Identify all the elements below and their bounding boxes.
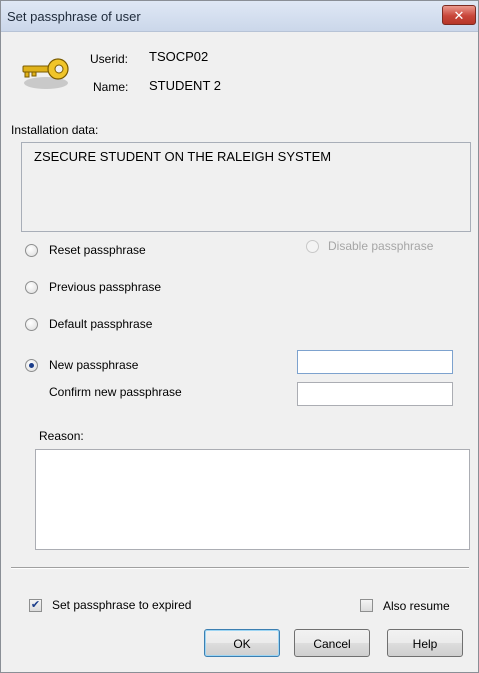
- set-expired-checkbox[interactable]: ✔: [29, 599, 42, 612]
- key-icon: [22, 58, 69, 89]
- title-bar[interactable]: Set passphrase of user ✕: [1, 1, 478, 32]
- default-passphrase-radio[interactable]: [25, 318, 38, 331]
- cancel-button[interactable]: Cancel: [294, 629, 370, 657]
- set-expired-label[interactable]: Set passphrase to expired: [52, 598, 191, 612]
- userid-label: Userid:: [90, 52, 129, 66]
- installation-data-label: Installation data:: [11, 123, 99, 137]
- installation-data-box[interactable]: ZSECURE STUDENT ON THE RALEIGH SYSTEM: [21, 142, 471, 232]
- close-icon: ✕: [453, 8, 465, 23]
- dialog-window: Set passphrase of user ✕ Userid: TSOCP02…: [0, 0, 479, 673]
- previous-passphrase-label[interactable]: Previous passphrase: [49, 280, 161, 294]
- disable-passphrase-radio: [306, 240, 319, 253]
- dialog-body: Userid: TSOCP02 Name: STUDENT 2 Installa…: [1, 32, 478, 672]
- reset-passphrase-label[interactable]: Reset passphrase: [49, 243, 146, 257]
- previous-passphrase-radio[interactable]: [25, 281, 38, 294]
- disable-passphrase-label: Disable passphrase: [328, 239, 434, 253]
- also-resume-checkbox[interactable]: [360, 599, 373, 612]
- confirm-passphrase-label: Confirm new passphrase: [49, 385, 182, 399]
- reset-passphrase-radio[interactable]: [25, 244, 38, 257]
- confirm-passphrase-input[interactable]: [297, 382, 453, 406]
- installation-data-value: ZSECURE STUDENT ON THE RALEIGH SYSTEM: [34, 149, 332, 164]
- reason-label: Reason:: [39, 429, 84, 443]
- name-label: Name:: [93, 80, 129, 94]
- default-passphrase-label[interactable]: Default passphrase: [49, 317, 152, 331]
- new-passphrase-radio[interactable]: [25, 359, 38, 372]
- name-value: STUDENT 2: [149, 78, 221, 93]
- help-button[interactable]: Help: [387, 629, 463, 657]
- new-passphrase-input[interactable]: [297, 350, 453, 374]
- separator-line: [11, 567, 469, 569]
- userid-value: TSOCP02: [149, 49, 209, 64]
- reason-textarea[interactable]: [35, 449, 470, 550]
- close-button[interactable]: ✕: [442, 5, 476, 25]
- new-passphrase-label[interactable]: New passphrase: [49, 358, 138, 372]
- ok-button[interactable]: OK: [204, 629, 280, 657]
- window-title: Set passphrase of user: [7, 9, 141, 24]
- also-resume-label[interactable]: Also resume: [383, 599, 450, 613]
